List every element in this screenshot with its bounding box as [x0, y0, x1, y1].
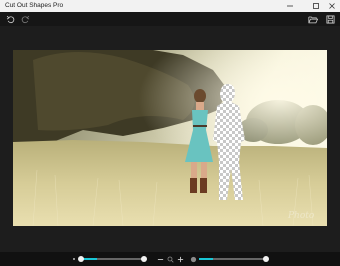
- opacity-icon: [190, 256, 196, 262]
- undo-icon: [6, 15, 14, 23]
- zoom-out-button[interactable]: [156, 255, 164, 263]
- save-button[interactable]: [324, 13, 336, 25]
- brush-size-thumb-left[interactable]: [78, 256, 84, 262]
- app-window: Cut Out Shapes Pro Photo: [0, 0, 340, 266]
- minimize-button[interactable]: [283, 0, 297, 12]
- close-icon: [329, 3, 335, 9]
- open-button[interactable]: [307, 13, 319, 25]
- opacity-slider[interactable]: [199, 256, 269, 262]
- folder-open-icon: [308, 16, 318, 23]
- toolbar: [0, 12, 340, 26]
- maximize-button[interactable]: [309, 0, 323, 12]
- maximize-icon: [313, 3, 319, 9]
- redo-button[interactable]: [19, 13, 31, 25]
- redo-icon: [21, 15, 29, 23]
- opacity-button[interactable]: [189, 255, 197, 263]
- brush-size-thumb[interactable]: [141, 256, 147, 262]
- window-title: Cut Out Shapes Pro: [5, 2, 64, 9]
- close-button[interactable]: [325, 0, 339, 12]
- photo-image[interactable]: Photo: [13, 50, 327, 226]
- undo-button[interactable]: [4, 13, 16, 25]
- zoom-fit-button[interactable]: [166, 255, 174, 263]
- minus-icon: [157, 258, 163, 260]
- bottom-bar: [0, 252, 340, 266]
- editing-canvas[interactable]: Photo: [0, 26, 340, 252]
- brush-size-slider[interactable]: [78, 256, 147, 262]
- plus-icon: [177, 256, 183, 262]
- minimize-icon: [287, 5, 293, 7]
- save-icon: [325, 14, 335, 24]
- zoom-in-button[interactable]: [176, 255, 184, 263]
- brush-small-indicator: [73, 258, 75, 260]
- opacity-fill: [199, 258, 213, 260]
- opacity-thumb[interactable]: [263, 256, 269, 262]
- magnifier-icon: [167, 256, 174, 263]
- svg-text:Photo: Photo: [287, 211, 315, 221]
